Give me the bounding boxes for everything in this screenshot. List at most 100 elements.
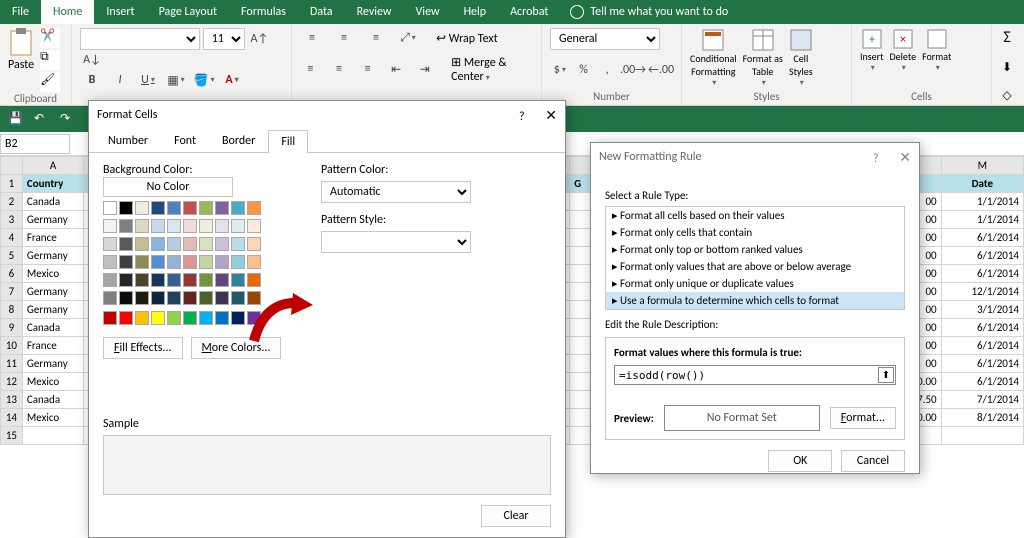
paste-button[interactable]: Paste [8,28,34,72]
color-swatch[interactable] [167,201,181,215]
color-swatch[interactable] [215,291,229,305]
color-swatch[interactable] [135,311,149,325]
color-swatch[interactable] [151,219,165,233]
close-icon[interactable]: ✕ [899,149,911,166]
color-swatch[interactable] [199,273,213,287]
redo-icon[interactable]: ↷ [60,111,76,127]
rule-type-list[interactable]: ▸ Format all cells based on their values… [605,206,905,310]
color-swatch[interactable] [183,273,197,287]
color-swatch[interactable] [103,311,117,325]
color-swatch[interactable] [103,219,117,233]
more-colors-button[interactable]: More Colors... [191,337,282,359]
tab-font[interactable]: Font [161,129,209,152]
align-center-icon[interactable]: ≡ [329,59,350,79]
no-color-button[interactable]: No Color [103,177,233,197]
color-swatch[interactable] [215,219,229,233]
format-painter-icon[interactable]: 🖌 [40,72,60,92]
color-swatch[interactable] [215,255,229,269]
tell-me[interactable]: Tell me what you want to do [570,5,728,19]
fill-color-button[interactable]: 🪣 [192,70,216,90]
color-swatch[interactable] [247,291,261,305]
color-swatch[interactable] [247,201,261,215]
cancel-button[interactable]: Cancel [841,450,905,472]
tab-file[interactable]: File [0,0,41,24]
color-swatch[interactable] [103,273,117,287]
color-swatch[interactable] [103,201,117,215]
color-swatch[interactable] [231,219,245,233]
autosum-button[interactable]: Σ [1000,28,1014,47]
color-swatch[interactable] [215,273,229,287]
help-icon[interactable]: ? [873,152,879,166]
color-swatch[interactable] [183,237,197,251]
color-swatch[interactable] [167,291,181,305]
close-icon[interactable]: ✕ [545,107,557,124]
color-swatch[interactable] [215,311,229,325]
color-swatch[interactable] [231,255,245,269]
delete-cells-button[interactable]: ×Delete [890,28,917,73]
color-swatch[interactable] [183,201,197,215]
color-swatch[interactable] [167,255,181,269]
insert-cells-button[interactable]: +Insert [860,28,884,73]
color-swatch[interactable] [231,237,245,251]
color-swatch[interactable] [215,237,229,251]
color-swatch[interactable] [151,291,165,305]
color-swatch[interactable] [247,273,261,287]
format-as-table-button[interactable]: Format as Table [743,28,783,88]
rule-type-item[interactable]: ▸ Format all cells based on their values [606,207,904,224]
color-swatch[interactable] [119,273,133,287]
align-right-icon[interactable]: ≡ [357,59,378,79]
color-swatch[interactable] [247,219,261,233]
tab-fill[interactable]: Fill [268,130,308,153]
color-swatch[interactable] [103,237,117,251]
italic-button[interactable]: I [108,70,132,90]
fill-effects-button[interactable]: FFill Effects...ill Effects... [103,337,183,359]
align-bottom-icon[interactable]: ≡ [364,28,388,48]
color-swatch[interactable] [215,201,229,215]
align-middle-icon[interactable]: ≡ [332,28,356,48]
color-swatch[interactable] [103,255,117,269]
color-swatch[interactable] [199,291,213,305]
color-swatch[interactable] [151,273,165,287]
color-swatch[interactable] [231,201,245,215]
clear-button[interactable]: ◇ [1000,88,1014,103]
color-swatch[interactable] [247,255,261,269]
color-swatch[interactable] [183,255,197,269]
color-swatch[interactable] [183,219,197,233]
comma-format-icon[interactable]: , [597,60,617,80]
color-swatch[interactable] [199,255,213,269]
pattern-style-select[interactable] [321,231,471,253]
tab-formulas[interactable]: Formulas [229,0,298,24]
color-swatch[interactable] [167,273,181,287]
help-icon[interactable]: ? [519,110,525,124]
tab-page-layout[interactable]: Page Layout [147,0,229,24]
cut-icon[interactable]: ✂️ [40,28,60,48]
color-swatch[interactable] [247,311,261,325]
font-size-select[interactable]: 11 [203,28,245,50]
tab-help[interactable]: Help [452,0,499,24]
color-swatch[interactable] [167,311,181,325]
accounting-format-icon[interactable]: $ [550,60,570,80]
decrease-font-icon[interactable]: A↓ [80,50,104,70]
tab-view[interactable]: View [404,0,452,24]
conditional-formatting-button[interactable]: Conditional Formatting [690,28,737,88]
color-swatch[interactable] [199,201,213,215]
increase-indent-icon[interactable]: ⇥ [415,59,436,79]
cell-styles-button[interactable]: Cell Styles [789,28,813,88]
color-swatch[interactable] [199,311,213,325]
tab-data[interactable]: Data [298,0,345,24]
range-selector-icon[interactable]: ⬆ [878,367,894,383]
tab-home[interactable]: Home [41,0,94,24]
tab-insert[interactable]: Insert [94,0,146,24]
pattern-color-select[interactable]: Automatic [321,181,471,203]
font-color-button[interactable]: A [220,70,244,90]
rule-type-item[interactable]: ▸ Format only unique or duplicate values [606,275,904,292]
borders-button[interactable]: ▦ [164,70,188,90]
bold-button[interactable]: B [80,70,104,90]
decrease-decimal-icon[interactable]: ←.00 [649,60,673,80]
increase-font-icon[interactable]: A↑ [247,29,271,49]
color-swatch[interactable] [119,255,133,269]
color-swatch[interactable] [199,237,213,251]
formula-input[interactable] [614,365,896,385]
color-swatch[interactable] [231,291,245,305]
color-swatch[interactable] [119,311,133,325]
